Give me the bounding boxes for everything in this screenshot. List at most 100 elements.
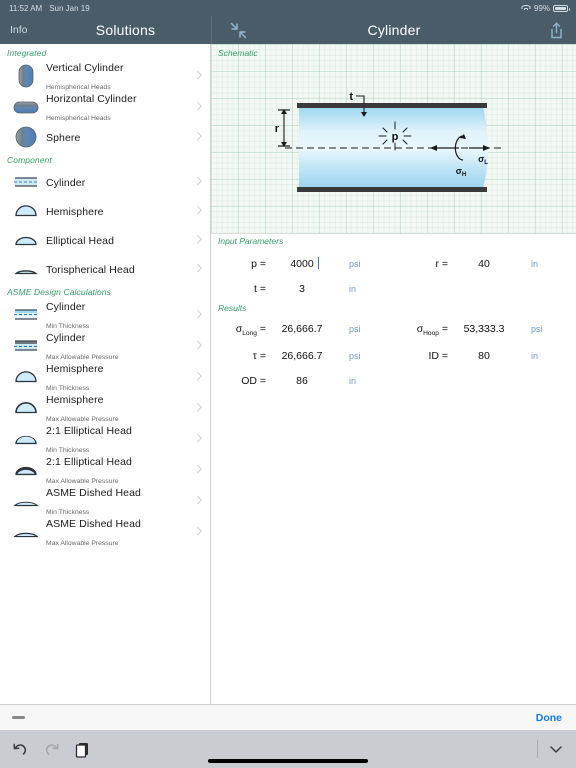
pressure-unit: psi	[349, 258, 361, 269]
redo-icon	[43, 741, 60, 758]
sigma-hoop-label: σHoop =	[416, 323, 448, 338]
sidebar-item-dished-min-thickness[interactable]: ASME Dished Head Min Thickness	[0, 485, 210, 516]
id-unit: in	[531, 350, 539, 361]
horizontal-cylinder-icon	[8, 97, 44, 117]
sidebar-item-text: ASME Dished Head Max Allowable Pressure	[44, 514, 210, 550]
sphere-icon	[8, 125, 44, 149]
sidebar-item-text: Hemisphere	[44, 202, 210, 220]
sidebar-item-text: Elliptical Head	[44, 231, 210, 249]
thickness-unit: in	[349, 283, 357, 294]
sigma-long-label: σLong =	[235, 323, 266, 338]
result-tau: τ = 26,666.7 psi	[211, 350, 393, 362]
sidebar-item-cylinder[interactable]: Cylinder	[0, 167, 210, 196]
result-row-3: OD = 86 in	[211, 368, 576, 393]
done-button[interactable]: Done	[536, 712, 562, 724]
tau-label: τ =	[252, 349, 266, 362]
undo-icon[interactable]	[12, 741, 29, 758]
sidebar-item-elliptical-min-thickness[interactable]: 2:1 Elliptical Head Min Thickness	[0, 423, 210, 454]
status-bar: 11:52 AM Sun Jan 19 99%	[0, 0, 576, 16]
app-root: 11:52 AM Sun Jan 19 99% Info Solutions C	[0, 0, 576, 768]
chevron-right-icon	[195, 133, 200, 140]
id-label: ID =	[428, 349, 448, 362]
input-field-pressure[interactable]: p = 4000 psi	[211, 256, 393, 270]
sidebar-item-hemisphere-max-pressure[interactable]: Hemisphere Max Allowable Pressure	[0, 392, 210, 423]
chevron-right-icon	[195, 311, 200, 318]
sidebar-item-horizontal-cylinder[interactable]: Horizontal Cylinder Hemispherical Heads	[0, 91, 210, 122]
sidebar-item-torispherical-head[interactable]: Torispherical Head	[0, 254, 210, 283]
elliptical-max-pressure-icon	[8, 461, 44, 479]
results-header: Results	[218, 303, 247, 313]
sidebar-item-text: Sphere	[44, 128, 210, 146]
sigma-hoop-unit: psi	[531, 324, 543, 335]
cylinder-min-thickness-icon	[8, 306, 44, 324]
detail-panel: Schematic r t p σH σL Input Parameters p…	[211, 44, 576, 704]
sidebar-item-dished-max-pressure[interactable]: ASME Dished Head Max Allowable Pressure	[0, 516, 210, 547]
sidebar-item-title: Vertical Cylinder	[46, 61, 124, 74]
status-date: Sun Jan 19	[49, 3, 90, 13]
sigma-long-unit: psi	[349, 324, 361, 335]
sidebar-item-subtitle: Max Allowable Pressure	[46, 539, 119, 547]
battery-percent-label: 99%	[533, 3, 550, 13]
chevron-right-icon	[195, 236, 200, 243]
dished-max-pressure-icon	[8, 523, 44, 541]
sidebar-item-title: ASME Dished Head	[46, 517, 141, 530]
sidebar-item-title: Hemisphere	[46, 205, 104, 218]
chevron-right-icon	[195, 404, 200, 411]
sigma-hoop-value: 53,333.3	[463, 323, 505, 336]
status-time: 11:52 AM	[9, 3, 43, 13]
sidebar-item-elliptical-max-pressure[interactable]: 2:1 Elliptical Head Max Allowable Pressu…	[0, 454, 210, 485]
radius-value[interactable]: 40	[453, 258, 515, 270]
thickness-value[interactable]: 3	[271, 283, 333, 295]
sidebar-item-vertical-cylinder[interactable]: Vertical Cylinder Hemispherical Heads	[0, 60, 210, 91]
input-field-radius[interactable]: r = 40 in	[393, 258, 575, 270]
radius-label: r	[275, 123, 280, 135]
hemisphere-max-pressure-icon	[8, 399, 44, 417]
dished-min-thickness-icon	[8, 492, 44, 510]
chevron-right-icon	[195, 497, 200, 504]
drag-handle-icon[interactable]	[12, 716, 25, 719]
chevron-right-icon	[195, 265, 200, 272]
result-sigma-long: σLong = 26,666.7 psi	[211, 323, 393, 337]
chevron-right-icon	[195, 466, 200, 473]
sidebar-item-cylinder-min-thickness[interactable]: Cylinder Min Thickness	[0, 299, 210, 330]
home-indicator	[208, 759, 368, 763]
info-button[interactable]: Info	[10, 24, 28, 36]
elliptical-min-thickness-icon	[8, 430, 44, 448]
sidebar-item-text: Cylinder	[44, 173, 210, 191]
sidebar-item-text: Torispherical Head	[44, 260, 210, 278]
pressure-label: p =	[251, 257, 266, 270]
chevron-right-icon	[195, 72, 200, 79]
result-row-1: σLong = 26,666.7 psi σHoop = 53,333.3 ps…	[211, 318, 576, 343]
sidebar-item-title: Cylinder	[46, 331, 86, 344]
schematic-header: Schematic	[218, 48, 258, 58]
keyboard-toolbar	[0, 730, 576, 768]
paste-icon[interactable]	[74, 741, 91, 758]
input-row-1: p = 4000 psi r = 40 in	[211, 251, 576, 276]
toolbar-separator	[537, 740, 538, 758]
sidebar-item-hemisphere-min-thickness[interactable]: Hemisphere Min Thickness	[0, 361, 210, 392]
hemisphere-outline-icon	[8, 202, 44, 220]
sidebar-item-hemisphere[interactable]: Hemisphere	[0, 196, 210, 225]
share-icon[interactable]	[549, 22, 564, 39]
sidebar-item-title: Cylinder	[46, 300, 86, 313]
sidebar[interactable]: Integrated Vertical Cylinder Hemispheric…	[0, 44, 211, 704]
input-field-thickness[interactable]: t = 3 in	[211, 283, 393, 295]
thickness-label: t =	[254, 282, 266, 295]
schematic-area: Schematic r t p σH σL	[211, 44, 576, 234]
sidebar-item-elliptical-head[interactable]: Elliptical Head	[0, 225, 210, 254]
status-bar-left: 11:52 AM Sun Jan 19	[9, 4, 90, 13]
chevron-right-icon	[195, 103, 200, 110]
od-label: OD =	[241, 374, 266, 387]
sidebar-item-cylinder-max-pressure[interactable]: Cylinder Max Allowable Pressure	[0, 330, 210, 361]
result-id: ID = 80 in	[393, 350, 575, 362]
chevron-down-icon[interactable]	[548, 741, 564, 757]
pressure-value[interactable]: 4000	[271, 256, 333, 270]
detail-navbar: Cylinder	[211, 16, 576, 44]
status-bar-right: 99%	[521, 3, 570, 13]
detail-title: Cylinder	[367, 22, 421, 38]
sidebar-item-sphere[interactable]: Sphere	[0, 122, 210, 151]
sidebar-navbar: Info Solutions	[0, 16, 211, 44]
cylinder-outline-icon	[8, 173, 44, 191]
torispherical-head-icon	[8, 260, 44, 278]
input-parameters-header: Input Parameters	[218, 236, 284, 246]
